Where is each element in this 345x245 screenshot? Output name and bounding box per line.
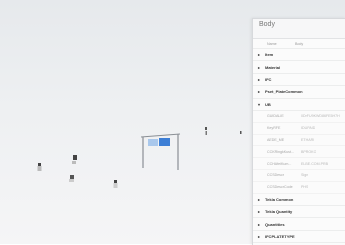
property-row: AEDE_ME ETHARI (253, 135, 345, 147)
property-row: CCSDescr Sign (253, 170, 345, 182)
name-key: Name (267, 41, 277, 46)
chevron-right-icon: ▸ (258, 64, 261, 70)
name-property-row: Name Body (253, 39, 345, 49)
chevron-right-icon: ▸ (258, 196, 261, 202)
chevron-right-icon: ▸ (258, 233, 261, 239)
property-row: KeyRFE IDUPAID (253, 123, 345, 135)
chevron-right-icon: ▸ (258, 221, 261, 227)
name-value: Body (295, 41, 304, 46)
property-row: GUIDALIE 0DrFU9KWD86FE5H7H (253, 111, 345, 123)
section-quantities[interactable]: ▸ Quantities (253, 218, 345, 231)
chevron-right-icon: ▸ (258, 209, 261, 215)
sign-gantry[interactable] (140, 133, 181, 170)
chevron-right-icon: ▸ (258, 89, 261, 95)
section-tekla-quantity[interactable]: ▸ Tekla Quantity (253, 206, 345, 219)
roadside-post[interactable] (37, 163, 42, 171)
section-tekla-common[interactable]: ▸ Tekla Common (253, 194, 345, 206)
property-row: CCHAfeiKum... ELBE.COM.PRB (253, 158, 345, 170)
chevron-right-icon: ▸ (258, 76, 261, 82)
panel-title: Body (253, 19, 345, 39)
roadside-post[interactable] (69, 155, 77, 182)
section-item[interactable]: ▸ Item (253, 49, 345, 62)
section-pset-platecommon[interactable]: ▸ Pset_PlateCommon (253, 86, 345, 99)
sign-panel-left (148, 139, 158, 146)
roadside-post[interactable] (240, 131, 242, 134)
property-row: CCSDescrCode PHS (253, 182, 345, 194)
chevron-down-icon: ▾ (258, 101, 261, 107)
section-material[interactable]: ▸ Material (253, 61, 345, 74)
sign-panel-right (159, 138, 170, 146)
roadside-post[interactable] (205, 127, 207, 135)
section-ifcplatetype[interactable]: ▸ IFCPLATETYPE (253, 231, 345, 244)
section-ifc[interactable]: ▸ IFC (253, 74, 345, 87)
chevron-right-icon: ▸ (258, 52, 261, 58)
property-row: CCKRingkKust... BPROKO (253, 146, 345, 159)
roadside-post[interactable] (113, 180, 118, 188)
properties-panel: Body Name Body ▸ Item ▸ Material ▸ IFC ▸… (252, 18, 345, 245)
section-ub[interactable]: ▾ UB (253, 99, 345, 111)
